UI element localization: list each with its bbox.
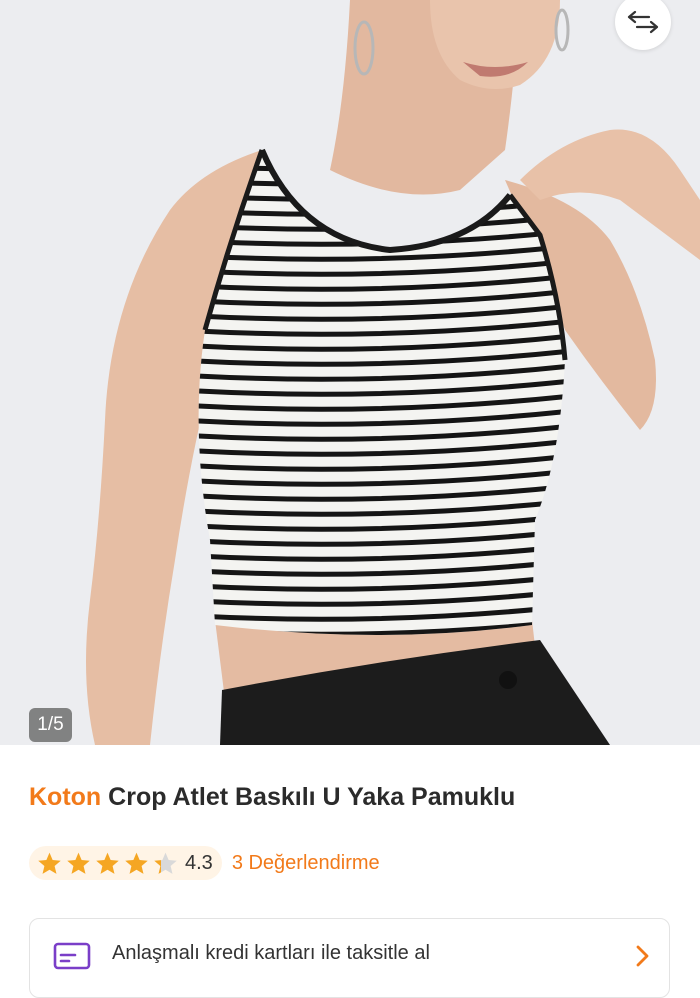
star-icon: [96, 852, 119, 874]
image-counter: 1/5: [29, 708, 72, 742]
rating-badge[interactable]: 4.3: [29, 846, 222, 880]
reviews-link[interactable]: 3 Değerlendirme: [232, 852, 380, 875]
product-image[interactable]: 1/5: [0, 0, 700, 745]
product-name: Crop Atlet Baskılı U Yaka Pamuklu: [108, 783, 516, 811]
installment-text: Anlaşmalı kredi kartları ile taksitle al: [112, 942, 430, 964]
swap-arrows-icon: [627, 10, 659, 34]
installment-banner[interactable]: Anlaşmalı kredi kartları ile taksitle al: [29, 918, 670, 998]
product-title: Koton Crop Atlet Baskılı U Yaka Pamuklu: [29, 783, 515, 812]
star-icon: [38, 852, 61, 874]
rating-row: 4.3 3 Değerlendirme: [29, 846, 380, 880]
product-photo: [0, 0, 700, 745]
brand-name[interactable]: Koton: [29, 783, 101, 811]
chevron-right-icon: [636, 945, 649, 967]
credit-card-icon: [53, 942, 91, 970]
star-icon: [67, 852, 90, 874]
rating-value: 4.3: [185, 851, 213, 874]
star-rating: [37, 851, 182, 876]
star-icon: [154, 852, 177, 874]
star-icon: [125, 852, 148, 874]
